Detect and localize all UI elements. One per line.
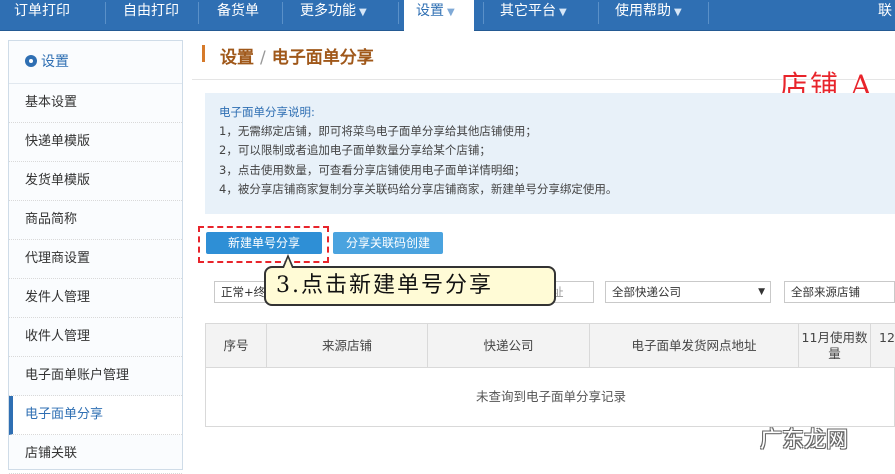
sidebar-item-label: 店铺关联: [25, 446, 78, 461]
instruction-line: 4，被分享店铺商家复制分享关联码给分享店铺商家，新建单号分享绑定使用。: [219, 181, 618, 196]
column-header-express: 快递公司: [428, 324, 590, 368]
sidebar-heading-label: 设置: [41, 54, 69, 70]
column-header-source-shop: 来源店铺: [267, 324, 428, 368]
site-watermark: 广东龙网: [760, 428, 849, 453]
top-nav-bar: 订单打印 自由打印 备货单 更多功能 ▼ 设置 ▼ 其它平台 ▼ 使用帮助 ▼ 联: [0, 0, 895, 31]
column-header-nov-usage: 11月使用数量: [799, 324, 871, 368]
sidebar-item-sender-management[interactable]: 发件人管理: [9, 279, 182, 318]
empty-table-message: 未查询到电子面单分享记录: [475, 389, 626, 404]
callout-pointer-fill: [284, 258, 292, 268]
sidebar-item-shop-link[interactable]: 店铺关联: [9, 435, 182, 474]
sidebar-item-waybill-account[interactable]: 电子面单账户管理: [9, 357, 182, 396]
sidebar-item-label: 快递单模版: [25, 134, 91, 149]
nav-settings[interactable]: 设置 ▼: [404, 0, 474, 31]
column-header-address: 电子面单发货网点地址: [590, 324, 799, 368]
nav-contact[interactable]: 联: [878, 0, 892, 31]
nav-divider: [483, 2, 484, 24]
sidebar-item-label: 发货单模版: [25, 173, 91, 188]
nav-label: 自由打印: [123, 3, 179, 19]
settings-sidebar: 设置 基本设置 快递单模版 发货单模版 商品简称 代理商设置 发件人管理 收件人…: [8, 40, 183, 474]
nav-label: 更多功能: [300, 3, 356, 19]
status-filter-value: 正常+终: [221, 285, 266, 299]
nav-stock-list[interactable]: 备货单: [217, 0, 259, 31]
sidebar-item-label: 商品简称: [25, 212, 78, 227]
nav-divider: [282, 2, 283, 24]
chevron-down-icon: ▼: [559, 7, 567, 18]
sidebar-item-label: 代理商设置: [25, 251, 91, 266]
nav-label: 联: [878, 3, 892, 19]
instruction-line: 1，无需绑定店铺，即可将菜鸟电子面单分享给其他店铺使用；: [219, 124, 537, 139]
nav-divider: [598, 2, 599, 24]
instruction-line: 3，点击使用数量，可查看分享店铺使用电子面单详情明细；: [219, 162, 526, 177]
express-company-value: 全部快递公司: [612, 285, 681, 299]
new-share-button[interactable]: 新建单号分享: [206, 232, 322, 254]
dropdown-arrow-icon: ▼: [758, 287, 765, 297]
instruction-line: 2，可以限制或者追加电子面单数量分享给某个店铺；: [219, 143, 491, 158]
chevron-down-icon: ▼: [359, 7, 367, 18]
chevron-down-icon: ▼: [447, 7, 455, 18]
nav-label: 其它平台: [500, 3, 556, 19]
breadcrumb-parent[interactable]: 设置: [220, 48, 254, 68]
instructions-title: 电子面单分享说明:: [219, 105, 315, 119]
nav-label: 备货单: [217, 3, 259, 19]
sidebar-heading: 设置: [9, 41, 182, 84]
chevron-down-icon: ▼: [674, 7, 682, 18]
source-shop-value: 全部来源店铺: [791, 285, 860, 299]
sidebar-item-shipping-template[interactable]: 发货单模版: [9, 162, 182, 201]
page-title: 电子面单分享: [271, 48, 374, 68]
nav-divider: [708, 2, 709, 24]
sidebar-item-label: 电子面单分享: [25, 407, 104, 422]
nav-order-print[interactable]: 订单打印: [14, 0, 70, 31]
sidebar-item-label: 基本设置: [25, 95, 78, 110]
nav-free-print[interactable]: 自由打印: [123, 0, 179, 31]
sidebar-item-label: 发件人管理: [25, 290, 91, 305]
sidebar-item-label: 收件人管理: [25, 329, 91, 344]
nav-more-functions[interactable]: 更多功能 ▼: [300, 0, 367, 31]
sidebar-item-express-template[interactable]: 快递单模版: [9, 123, 182, 162]
nav-label: 设置: [416, 3, 444, 19]
create-link-code-button[interactable]: 分享关联码创建: [333, 232, 443, 254]
sidebar-item-basic-settings[interactable]: 基本设置: [9, 84, 182, 123]
title-accent-bar: [202, 45, 205, 62]
express-company-select[interactable]: 全部快递公司 ▼: [605, 281, 771, 303]
nav-label: 订单打印: [14, 3, 70, 19]
column-header-index: 序号: [206, 324, 267, 368]
nav-label: 使用帮助: [615, 3, 671, 19]
nav-help[interactable]: 使用帮助 ▼: [615, 0, 682, 31]
sidebar-item-product-alias[interactable]: 商品简称: [9, 201, 182, 240]
nav-other-platforms[interactable]: 其它平台 ▼: [500, 0, 567, 31]
share-records-table: 序号 来源店铺 快递公司 电子面单发货网点地址 11月使用数量 12月 未查询到…: [205, 323, 895, 427]
sidebar-item-waybill-share[interactable]: 电子面单分享: [9, 396, 182, 435]
sidebar-item-label: 电子面单账户管理: [25, 368, 130, 383]
column-header-dec-usage: 12月: [879, 330, 895, 345]
gear-icon: [25, 55, 37, 67]
nav-divider: [398, 2, 399, 24]
nav-divider: [105, 2, 106, 24]
sidebar-item-receiver-management[interactable]: 收件人管理: [9, 318, 182, 357]
instruction-callout: 3.点击新建单号分享: [264, 266, 556, 306]
breadcrumb: 设置 / 电子面单分享: [220, 43, 374, 68]
sidebar-item-agent-settings[interactable]: 代理商设置: [9, 240, 182, 279]
breadcrumb-separator: /: [260, 48, 266, 68]
source-shop-select[interactable]: 全部来源店铺: [784, 281, 895, 303]
nav-divider: [198, 2, 199, 24]
share-instructions-box: 电子面单分享说明: 1，无需绑定店铺，即可将菜鸟电子面单分享给其他店铺使用； 2…: [205, 93, 895, 214]
table-header-row: 序号 来源店铺 快递公司 电子面单发货网点地址 11月使用数量 12月: [206, 324, 895, 368]
